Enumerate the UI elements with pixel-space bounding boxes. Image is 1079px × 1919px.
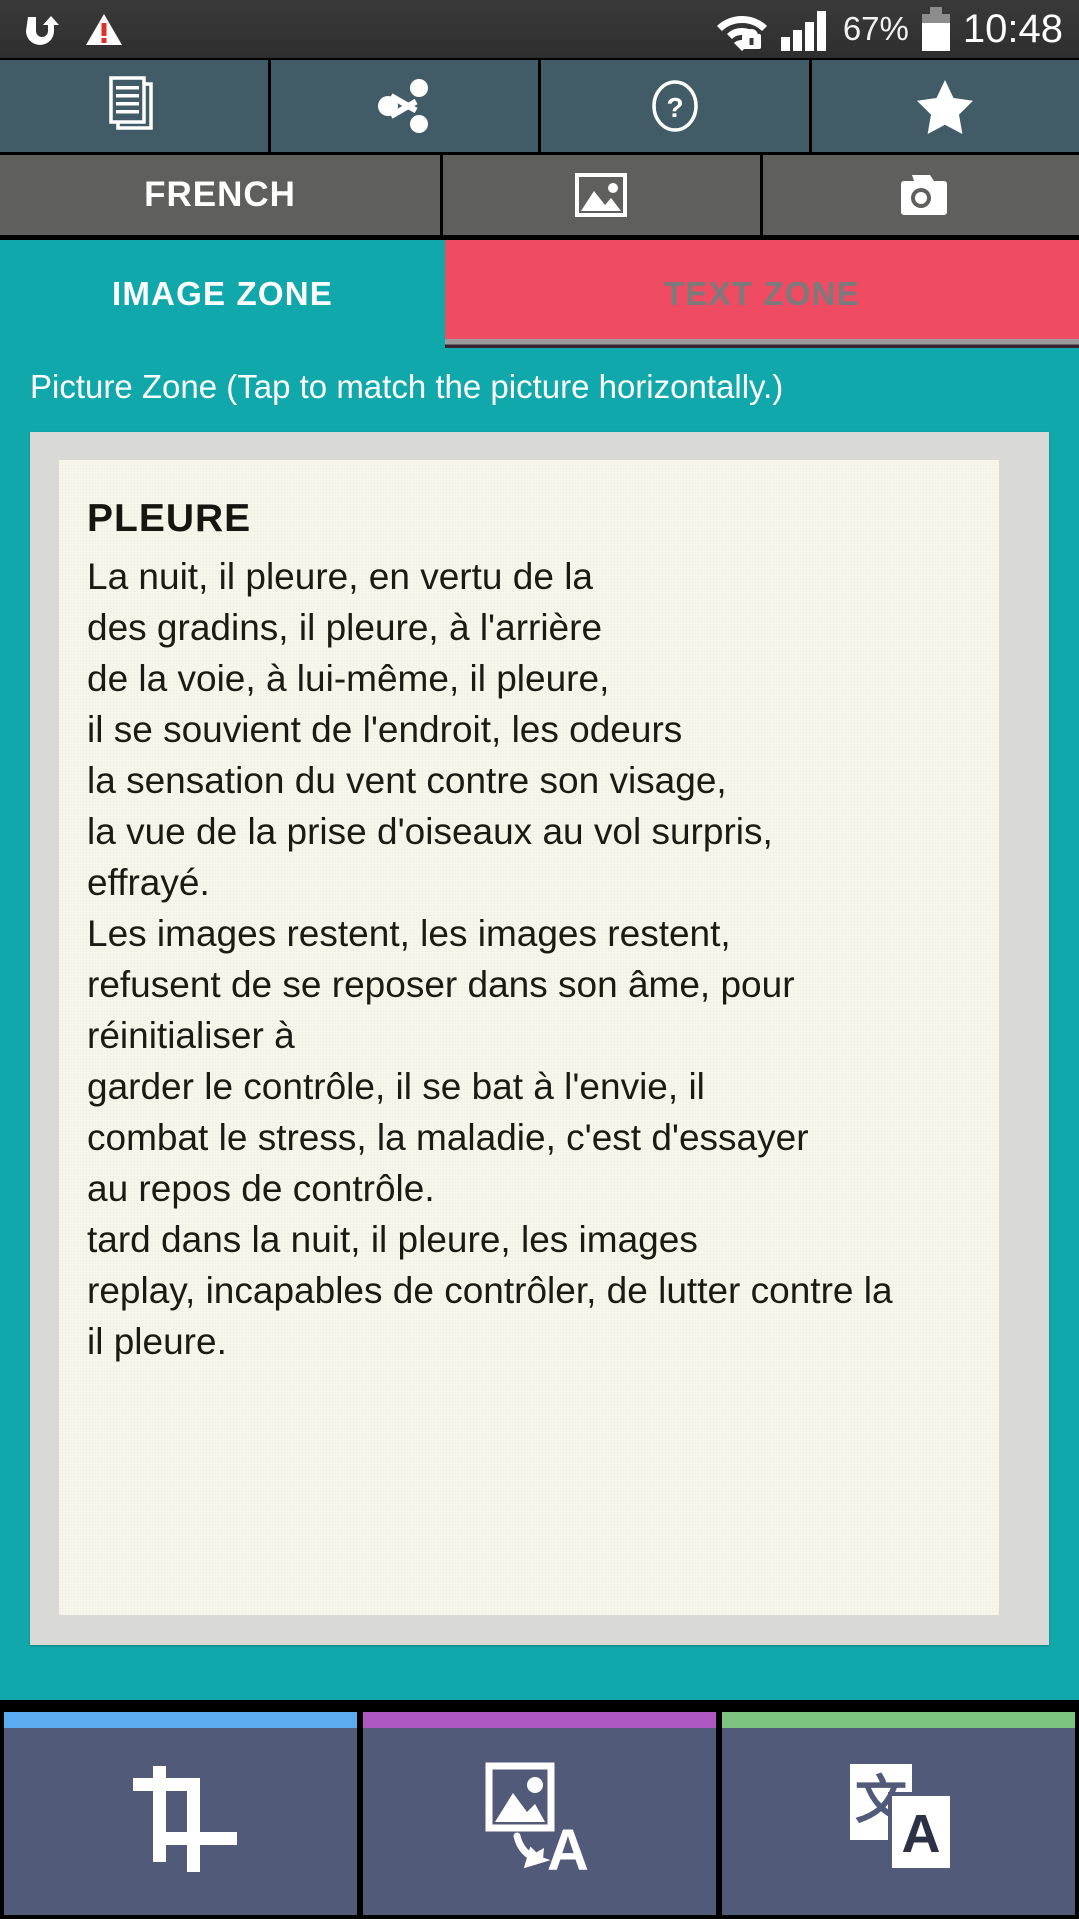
document-line: réinitialiser à [87, 1014, 295, 1056]
image-to-text-button[interactable]: A [363, 1712, 716, 1915]
bottom-action-bar: A 文 A [0, 1712, 1079, 1919]
status-bar-left-icons [0, 7, 126, 51]
document-line: des gradins, il pleure, à l'arrière [87, 606, 603, 648]
svg-text:A: A [547, 1818, 589, 1878]
camera-icon [892, 169, 950, 221]
help-button[interactable]: ? [541, 60, 809, 152]
scanned-document[interactable]: PLEURE La nuit, il pleure, en vertu de l… [59, 460, 999, 1615]
image-to-text-button-accent [363, 1712, 716, 1728]
battery-icon [919, 5, 953, 53]
app-root: 67% 10:48 ? FRENCH IMAGE ZONE TEXT ZONE … [0, 0, 1079, 1919]
primary-toolbar: ? [0, 60, 1079, 152]
star-icon [914, 76, 976, 136]
warning-icon [82, 7, 126, 51]
status-bar: 67% 10:48 [0, 0, 1079, 58]
documents-button[interactable] [0, 60, 268, 152]
translate-button[interactable]: 文 A [722, 1712, 1075, 1915]
document-line: la vue de la prise d'oiseaux au vol surp… [87, 810, 773, 852]
wifi-lock-icon [715, 5, 769, 53]
document-line: Les images restent, les images restent, [87, 912, 731, 954]
share-icon [374, 76, 434, 136]
image-to-text-icon: A [475, 1760, 605, 1883]
document-title: PLEURE [87, 497, 252, 540]
secondary-toolbar: FRENCH [0, 155, 1079, 235]
document-line: la sensation du vent contre son visage, [87, 759, 727, 801]
document-line: effrayé. [87, 861, 210, 903]
share-button[interactable] [270, 60, 538, 152]
zone-tabs: IMAGE ZONE TEXT ZONE [0, 240, 1079, 348]
tab-text-zone[interactable]: TEXT ZONE [445, 240, 1079, 348]
document-line: tard dans la nuit, il pleure, les images [87, 1218, 698, 1260]
translate-icon: 文 A [838, 1760, 960, 1883]
document-line: garder le contrôle, il se bat à l'envie,… [87, 1065, 705, 1107]
status-bar-right-icons: 67% 10:48 [715, 5, 1079, 53]
documents-icon [104, 74, 164, 138]
favorite-button[interactable] [811, 60, 1079, 152]
question-circle-icon: ? [645, 76, 705, 136]
app-notification-icon [18, 7, 62, 51]
svg-text:?: ? [666, 92, 683, 123]
gallery-button[interactable] [443, 155, 760, 235]
document-line: il pleure. [87, 1320, 227, 1362]
document-line: replay, incapables de contrôler, de lutt… [87, 1269, 893, 1311]
svg-text:A: A [901, 1804, 940, 1864]
document-line: combat le stress, la maladie, c'est d'es… [87, 1116, 809, 1158]
document-line: de la voie, à lui-même, il pleure, [87, 657, 610, 699]
document-line: refusent de se reposer dans son âme, pou… [87, 963, 795, 1005]
document-line: il se souvient de l'endroit, les odeurs [87, 708, 683, 750]
battery-percent-label: 67% [842, 10, 909, 47]
camera-button[interactable] [762, 155, 1079, 235]
image-zone-panel: Picture Zone (Tap to match the picture h… [0, 348, 1079, 1690]
tab-image-zone[interactable]: IMAGE ZONE [0, 240, 445, 348]
picture-frame[interactable]: PLEURE La nuit, il pleure, en vertu de l… [30, 432, 1049, 1645]
language-selector[interactable]: FRENCH [0, 155, 440, 235]
footer-accent-strip [0, 1690, 1079, 1700]
document-line: La nuit, il pleure, en vertu de la [87, 555, 593, 597]
clock-label: 10:48 [962, 6, 1063, 51]
crop-button[interactable] [4, 1712, 357, 1915]
translate-button-accent [722, 1712, 1075, 1728]
crop-icon [125, 1760, 237, 1883]
picture-zone-caption: Picture Zone (Tap to match the picture h… [30, 368, 784, 405]
document-line: au repos de contrôle. [87, 1167, 435, 1209]
picture-icon [572, 169, 630, 221]
crop-button-accent [4, 1712, 357, 1728]
signal-bars-icon [779, 5, 833, 53]
